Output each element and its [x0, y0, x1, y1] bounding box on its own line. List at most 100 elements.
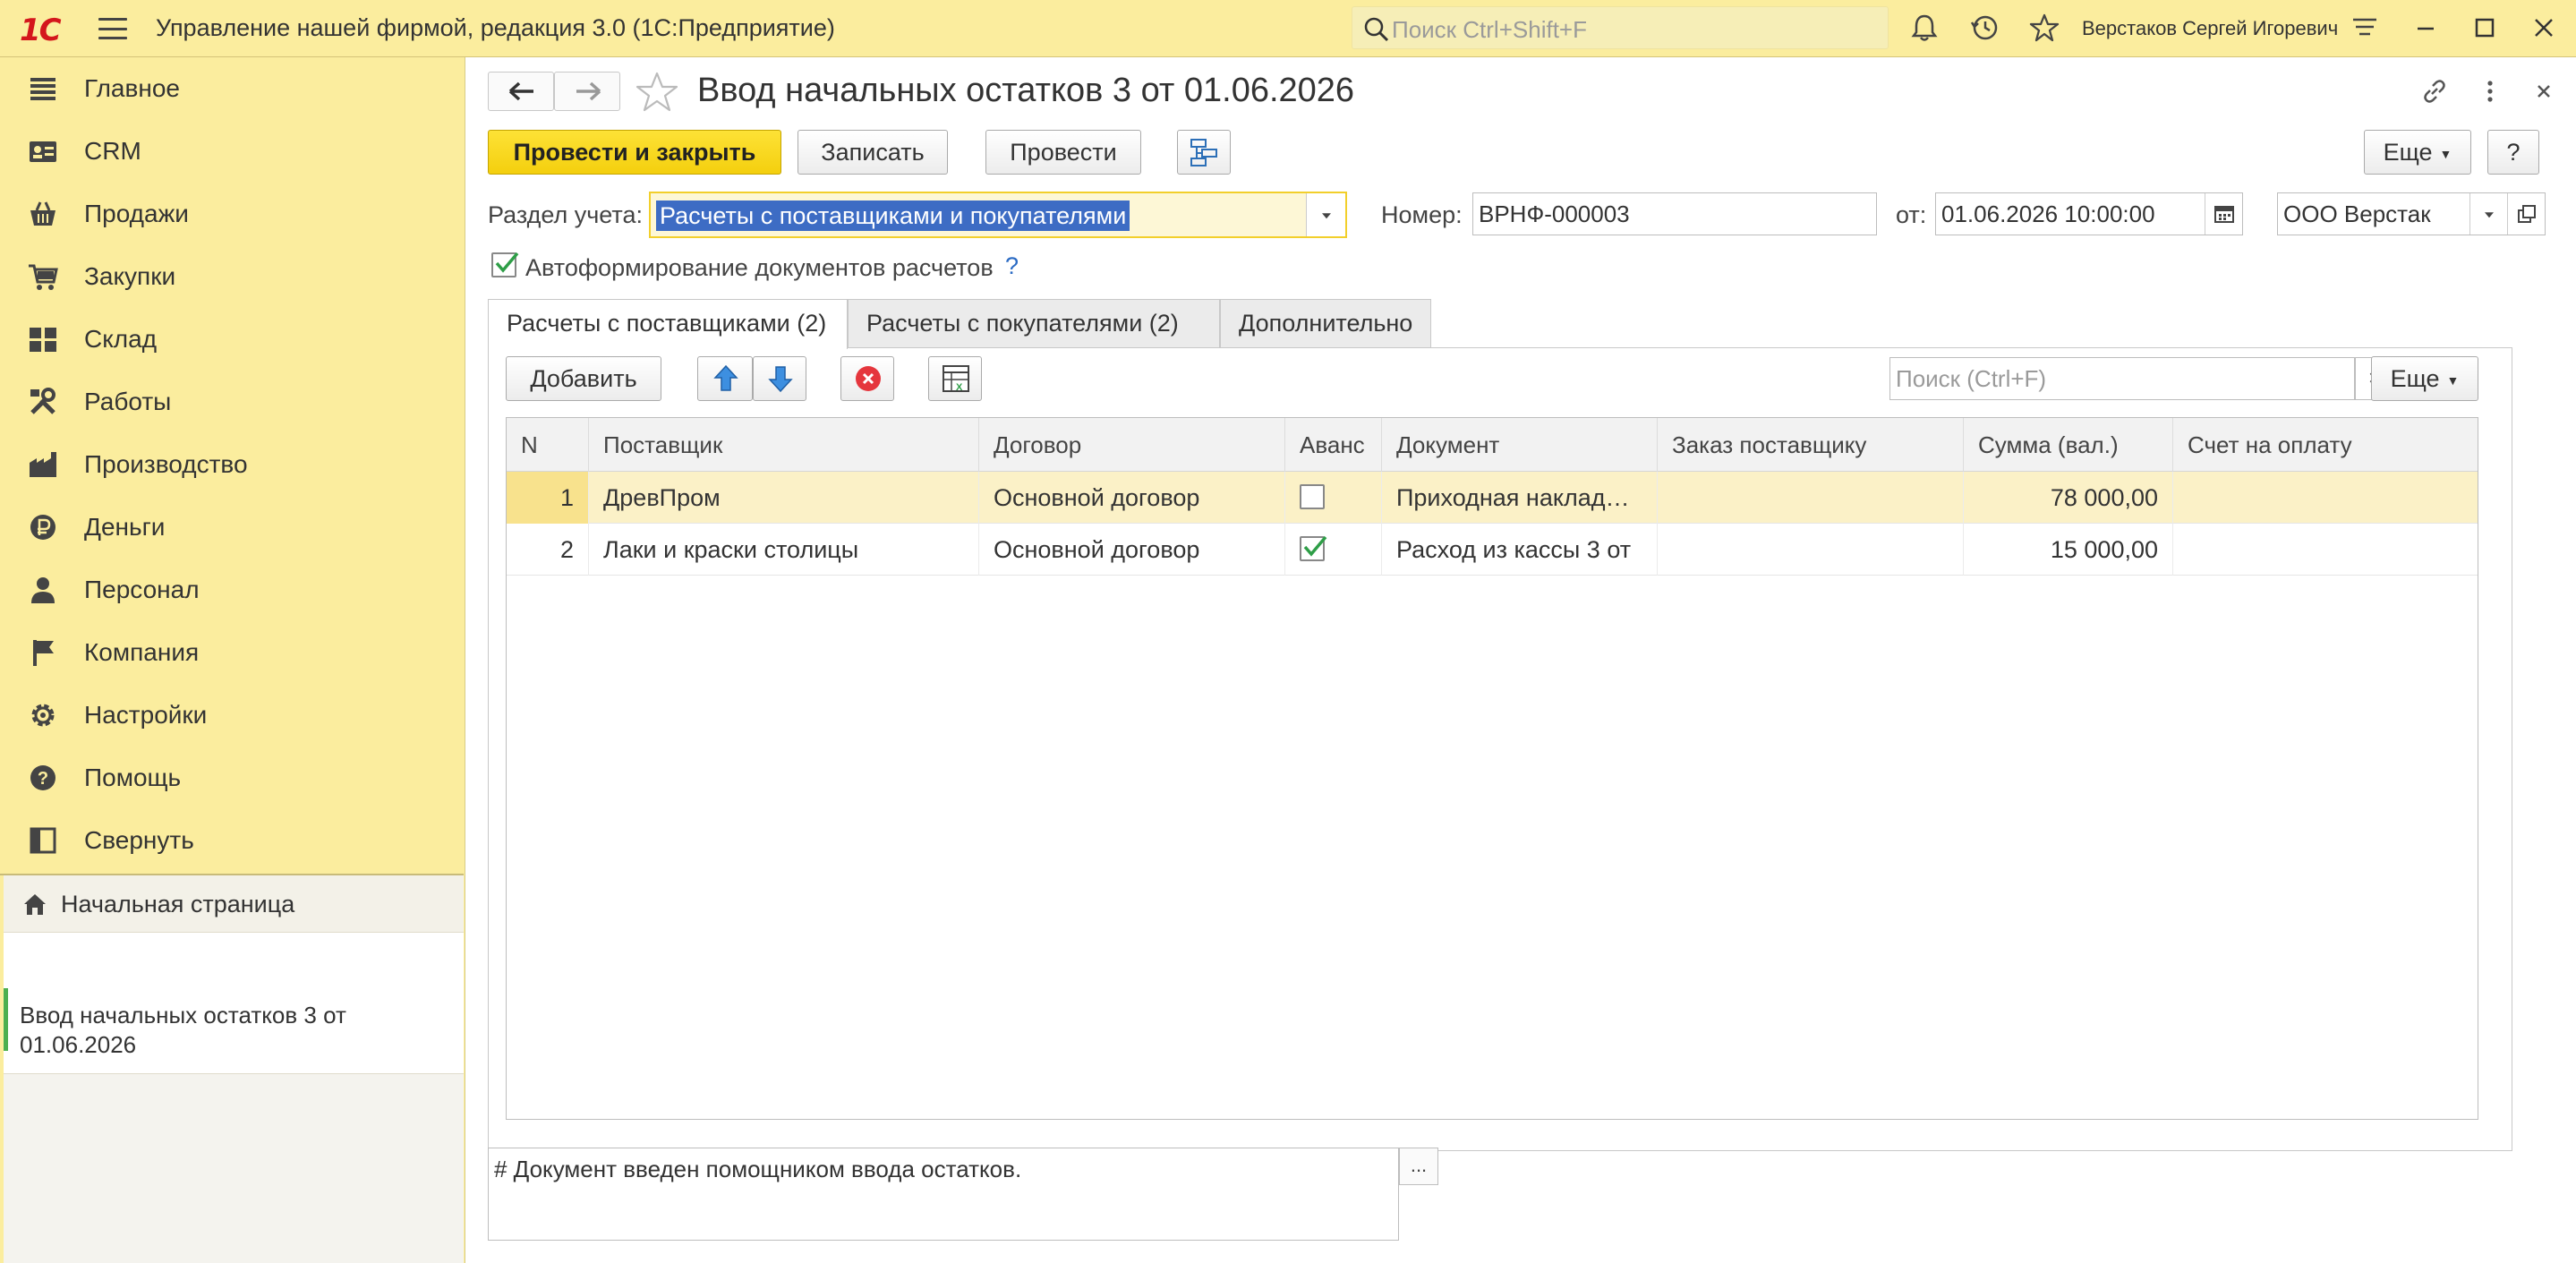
sidebar-item-label: Склад — [84, 325, 158, 353]
arrow-right-icon — [576, 81, 601, 101]
global-search-input[interactable]: Поиск Ctrl+Shift+F — [1352, 6, 1889, 49]
help-button[interactable]: ? — [2487, 130, 2539, 175]
sidebar-item-help[interactable]: ? Помощь — [0, 747, 464, 809]
organization-open-button[interactable] — [2507, 193, 2545, 235]
fill-from-excel-button[interactable]: X — [928, 356, 982, 401]
calendar-icon — [2214, 206, 2234, 223]
section-label: Раздел учета: — [488, 201, 644, 228]
number-field[interactable]: ВРНФ-000003 — [1472, 192, 1877, 235]
section-select[interactable]: Расчеты с поставщиками и покупателями — [649, 192, 1347, 238]
organization-field[interactable]: ООО Верстак — [2277, 192, 2546, 235]
dropdown-caret-icon: ▼ — [2446, 372, 2460, 388]
post-and-close-button[interactable]: Провести и закрыть — [488, 130, 781, 175]
cell-contract[interactable]: Основной договор — [979, 472, 1285, 524]
save-button[interactable]: Записать — [798, 130, 948, 175]
tab-additional[interactable]: Дополнительно — [1220, 299, 1431, 347]
cell-advance[interactable] — [1285, 524, 1382, 576]
more-vertical-icon[interactable] — [2474, 75, 2506, 107]
forward-button[interactable] — [554, 72, 620, 111]
column-header-invoice[interactable]: Счет на оплату — [2173, 418, 2478, 472]
sidebar-item-personnel[interactable]: Персонал — [0, 559, 464, 621]
sidebar-item-label: CRM — [84, 137, 141, 165]
link-icon[interactable] — [2418, 75, 2451, 107]
auto-docs-help-link[interactable]: ? — [1005, 252, 1019, 280]
sidebar-item-money[interactable]: Деньги — [0, 496, 464, 559]
cell-advance[interactable] — [1285, 472, 1382, 524]
sidebar-item-warehouse[interactable]: Склад — [0, 308, 464, 371]
settings-lines-icon[interactable] — [2349, 12, 2381, 44]
column-header-document[interactable]: Документ — [1382, 418, 1658, 472]
close-form-icon[interactable] — [2528, 75, 2560, 107]
maximize-icon[interactable] — [2469, 12, 2501, 44]
cell-amount[interactable]: 78 000,00 — [1964, 472, 2173, 524]
column-header-advance[interactable]: Аванс — [1285, 418, 1382, 472]
advance-checkbox[interactable] — [1300, 484, 1325, 509]
sidebar-home-page[interactable]: Начальная страница — [4, 875, 464, 933]
cell-supplier[interactable]: Лаки и краски столицы — [589, 524, 979, 576]
sidebar-open-document[interactable]: Ввод начальных остатков 3 от 01.06.2026 — [4, 933, 464, 1074]
move-down-button[interactable] — [753, 356, 806, 401]
cell-invoice[interactable] — [2173, 524, 2478, 576]
search-icon — [1364, 17, 1389, 42]
back-button[interactable] — [488, 72, 554, 111]
user-name[interactable]: Верстаков Сергей Игоревич — [2082, 17, 2338, 40]
favorite-star-icon[interactable] — [635, 70, 679, 115]
sidebar-item-purchases[interactable]: Закупки — [0, 245, 464, 308]
cell-supplier[interactable]: ДревПром — [589, 472, 979, 524]
column-header-amount[interactable]: Сумма (вал.) — [1964, 418, 2173, 472]
cell-invoice[interactable] — [2173, 472, 2478, 524]
post-button[interactable]: Провести — [985, 130, 1141, 175]
column-header-contract[interactable]: Договор — [979, 418, 1285, 472]
organization-dropdown-button[interactable] — [2469, 193, 2507, 235]
tab-customers[interactable]: Расчеты с покупателями (2) — [848, 299, 1220, 347]
column-header-supplier-order[interactable]: Заказ поставщику — [1658, 418, 1964, 472]
auto-docs-checkbox[interactable] — [491, 252, 519, 277]
chevron-down-icon — [2484, 212, 2494, 218]
favorites-star-icon[interactable] — [2028, 12, 2060, 44]
calendar-button[interactable] — [2205, 193, 2242, 235]
factory-icon — [30, 452, 56, 477]
table-search-input[interactable]: Поиск (Ctrl+F) — [1889, 357, 2355, 400]
minimize-icon[interactable] — [2410, 12, 2442, 44]
cell-amount[interactable]: 15 000,00 — [1964, 524, 2173, 576]
app-title: Управление нашей фирмой, редакция 3.0 (1… — [156, 14, 835, 41]
sidebar-item-crm[interactable]: CRM — [0, 120, 464, 183]
section-dropdown-button[interactable] — [1306, 193, 1345, 236]
add-row-button[interactable]: Добавить — [506, 356, 661, 401]
bell-icon[interactable] — [1908, 12, 1941, 44]
delete-row-button[interactable] — [840, 356, 894, 401]
cell-supplier-order[interactable] — [1658, 472, 1964, 524]
history-icon[interactable] — [1969, 12, 2001, 44]
advance-checkbox[interactable] — [1300, 535, 1327, 561]
structure-button[interactable] — [1177, 130, 1231, 175]
sidebar-item-settings[interactable]: Настройки — [0, 684, 464, 747]
table-header: N Поставщик Договор Аванс Документ Заказ… — [507, 418, 2478, 472]
column-header-supplier[interactable]: Поставщик — [589, 418, 979, 472]
move-up-button[interactable] — [697, 356, 753, 401]
sidebar-item-main[interactable]: Главное — [0, 57, 464, 120]
comment-field[interactable]: # Документ введен помощником ввода остат… — [488, 1148, 1399, 1241]
main-menu-icon[interactable] — [98, 18, 127, 39]
table-row[interactable]: 2 Лаки и краски столицы Основной договор… — [507, 524, 2478, 576]
close-window-icon[interactable] — [2528, 12, 2560, 44]
sidebar-item-company[interactable]: Компания — [0, 621, 464, 684]
person-icon — [31, 577, 55, 603]
sidebar-item-label: Работы — [84, 388, 172, 415]
table-more-button[interactable]: Еще ▼ — [2371, 356, 2478, 401]
sidebar-item-works[interactable]: Работы — [0, 371, 464, 433]
sidebar-item-collapse[interactable]: Свернуть — [0, 809, 464, 872]
suppliers-table: N Поставщик Договор Аванс Документ Заказ… — [506, 417, 2478, 1120]
home-icon — [24, 894, 46, 915]
tab-suppliers[interactable]: Расчеты с поставщиками (2) — [488, 299, 848, 349]
cell-contract[interactable]: Основной договор — [979, 524, 1285, 576]
cell-document[interactable]: Расход из кассы 3 от — [1382, 524, 1658, 576]
sidebar-item-sales[interactable]: Продажи — [0, 183, 464, 245]
cell-document[interactable]: Приходная накладная — [1382, 472, 1658, 524]
table-row[interactable]: 1 ДревПром Основной договор Приходная на… — [507, 472, 2478, 524]
cell-supplier-order[interactable] — [1658, 524, 1964, 576]
column-header-n[interactable]: N — [507, 418, 589, 472]
comment-open-button[interactable]: ... — [1399, 1148, 1438, 1185]
more-button[interactable]: Еще ▼ — [2364, 130, 2471, 175]
sidebar-item-production[interactable]: Производство — [0, 433, 464, 496]
date-field[interactable]: 01.06.2026 10:00:00 — [1935, 192, 2243, 235]
